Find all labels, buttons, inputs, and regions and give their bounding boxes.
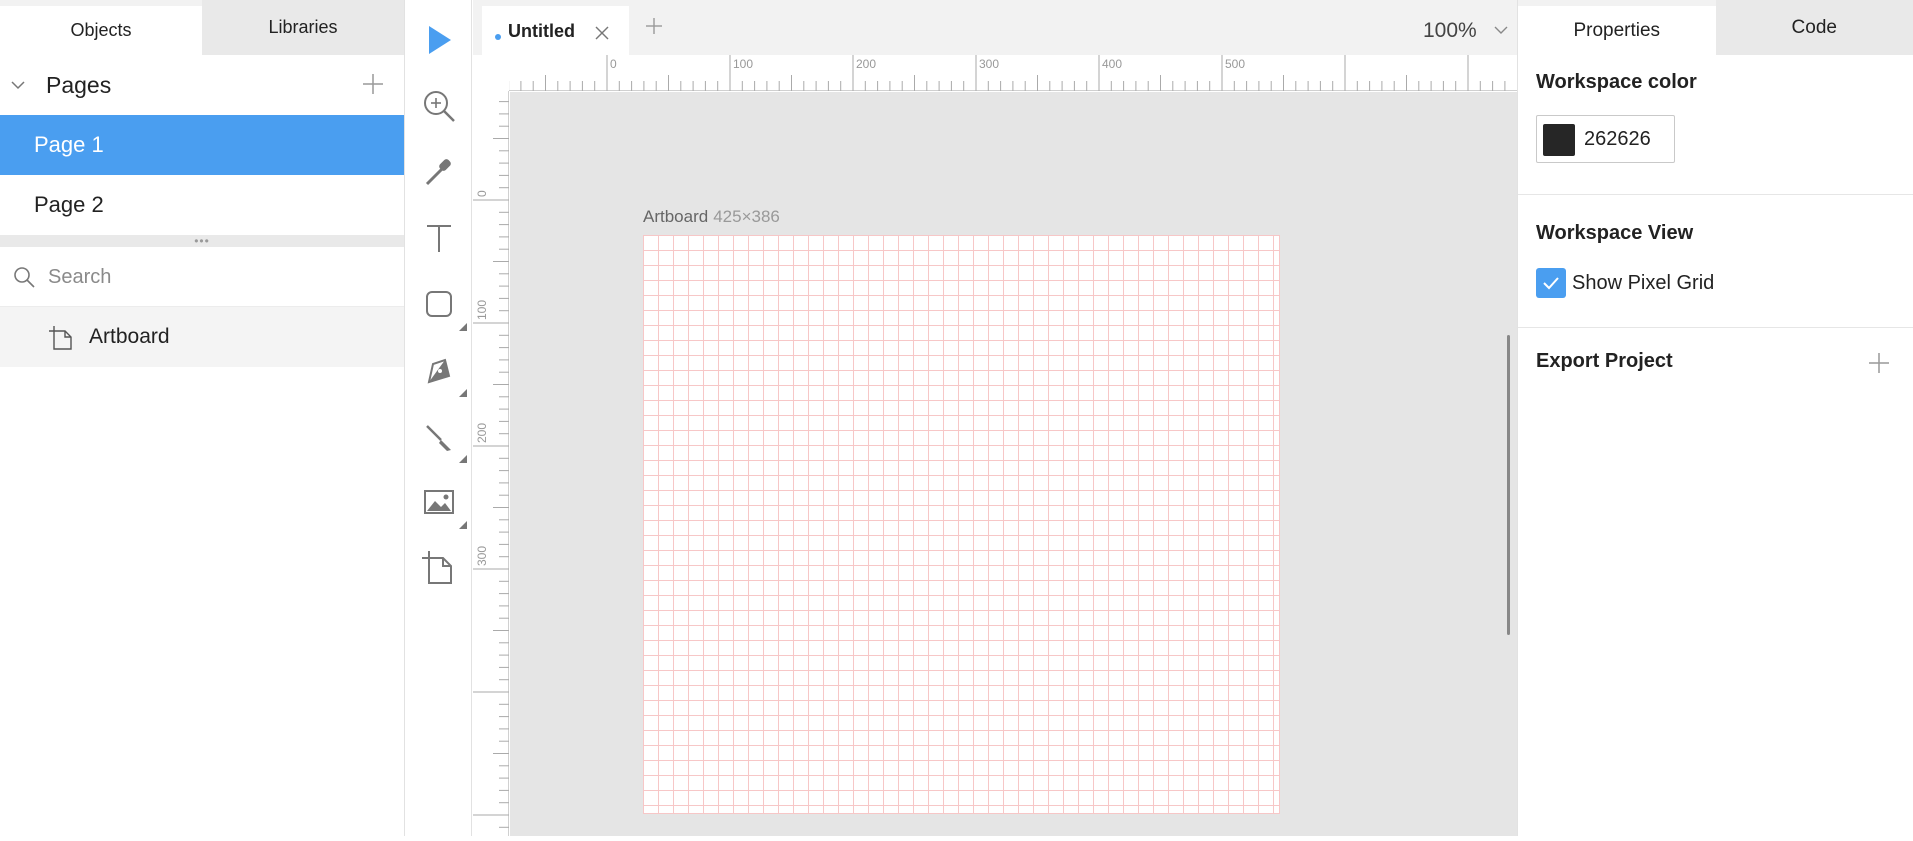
- ruler-label: 0: [475, 190, 489, 197]
- artboard-icon: [419, 548, 459, 588]
- knife-icon: [419, 416, 459, 456]
- document-tab-strip: Untitled 100%: [473, 0, 1517, 55]
- show-pixel-grid-toggle[interactable]: Show Pixel Grid: [1536, 268, 1714, 298]
- submenu-corner-icon: [459, 323, 467, 331]
- pen-tool[interactable]: [406, 337, 472, 403]
- layer-search: [0, 247, 404, 307]
- color-hex-value[interactable]: 262626: [1584, 128, 1651, 151]
- workspace-view-section: Workspace View Show Pixel Grid: [1518, 195, 1913, 328]
- page-item-page-1[interactable]: Page 1: [0, 115, 404, 175]
- checkmark-icon: [1540, 272, 1562, 294]
- knife-tool[interactable]: [406, 403, 472, 469]
- image-icon: [419, 482, 459, 522]
- tab-libraries[interactable]: Libraries: [202, 0, 404, 55]
- workspace-color-section: Workspace color 262626: [1518, 55, 1913, 195]
- unsaved-indicator: [495, 34, 501, 40]
- horizontal-ruler[interactable]: 1000100200300400500: [473, 55, 1517, 91]
- image-tool[interactable]: [406, 469, 472, 535]
- left-panel-tabs: Objects Libraries: [0, 0, 404, 55]
- ruler-label: 200: [475, 423, 489, 443]
- workspace-view-heading: Workspace View: [1536, 222, 1693, 245]
- tools-toolbar: [406, 0, 472, 836]
- color-swatch[interactable]: [1543, 124, 1575, 156]
- tab-properties[interactable]: Properties: [1518, 0, 1716, 55]
- properties-panel: Properties Code Workspace color 262626 W…: [1517, 0, 1913, 836]
- page-item-page-2[interactable]: Page 2: [0, 175, 404, 235]
- vertical-scrollbar[interactable]: [1507, 335, 1510, 635]
- ruler-label: 100: [475, 300, 489, 320]
- eyedropper-icon: [419, 152, 459, 192]
- ruler-label: 500: [1225, 57, 1245, 71]
- submenu-corner-icon: [459, 389, 467, 397]
- search-input[interactable]: [48, 259, 378, 295]
- ruler-label: 200: [856, 57, 876, 71]
- new-tab-icon[interactable]: [643, 15, 665, 37]
- layer-label: Artboard: [89, 325, 170, 349]
- ruler-label: 100: [733, 57, 753, 71]
- add-page-icon[interactable]: [360, 71, 386, 97]
- panel-split-handle[interactable]: •••: [0, 235, 404, 247]
- document-title: Untitled: [508, 21, 575, 42]
- checkbox-label: Show Pixel Grid: [1572, 272, 1714, 295]
- layer-item-artboard[interactable]: Artboard: [0, 307, 404, 367]
- workspace-color-field[interactable]: 262626: [1536, 115, 1675, 163]
- chevron-down-icon[interactable]: [10, 77, 26, 93]
- artboard-icon: [48, 325, 76, 351]
- eyedropper-tool[interactable]: [406, 139, 472, 205]
- ruler-label: 300: [979, 57, 999, 71]
- vertical-ruler-ticks: -1000100200300: [473, 55, 509, 836]
- objects-panel: Objects Libraries Pages Page 1 Page 2 ••…: [0, 0, 405, 836]
- zoom-tool[interactable]: [406, 73, 472, 139]
- ruler-corner: [473, 55, 509, 91]
- workspace-color-heading: Workspace color: [1536, 71, 1697, 94]
- tab-code[interactable]: Code: [1716, 0, 1913, 55]
- add-export-icon[interactable]: [1867, 351, 1891, 375]
- horizontal-ruler-ticks: 1000100200300400500: [473, 55, 1517, 91]
- zoom-level[interactable]: 100%: [1423, 19, 1477, 43]
- rounded-rect-icon: [419, 284, 459, 324]
- text-icon: [419, 218, 459, 258]
- text-tool[interactable]: [406, 205, 472, 271]
- document-tab[interactable]: Untitled: [482, 6, 1102, 55]
- pen-icon: [419, 350, 459, 390]
- export-section: Export Project: [1518, 328, 1913, 398]
- vertical-ruler[interactable]: -1000100200300: [473, 55, 509, 836]
- export-heading: Export Project: [1536, 350, 1673, 373]
- zoom-icon: [419, 86, 459, 126]
- right-panel-tabs: Properties Code: [1518, 0, 1913, 55]
- submenu-corner-icon: [459, 521, 467, 529]
- artboard-size: 425×386: [713, 207, 780, 226]
- select-tool[interactable]: [406, 7, 472, 73]
- pointer-icon: [419, 20, 459, 60]
- artboard-title[interactable]: Artboard 425×386: [643, 207, 780, 227]
- pages-header: Pages: [0, 55, 404, 115]
- shape-tool[interactable]: [406, 271, 472, 337]
- checkbox[interactable]: [1536, 268, 1566, 298]
- tab-objects[interactable]: Objects: [0, 0, 202, 55]
- workspace-canvas[interactable]: Artboard 425×386: [510, 92, 1517, 836]
- search-icon: [12, 265, 36, 289]
- close-icon[interactable]: [593, 24, 611, 42]
- artboard-tool[interactable]: [406, 535, 472, 601]
- artboard[interactable]: [643, 235, 1280, 814]
- ruler-label: 0: [610, 57, 617, 71]
- ruler-label: 300: [475, 546, 489, 566]
- submenu-corner-icon: [459, 455, 467, 463]
- artboard-name: Artboard: [643, 207, 708, 226]
- ruler-label: 400: [1102, 57, 1122, 71]
- chevron-down-icon[interactable]: [1493, 24, 1509, 36]
- pages-title: Pages: [46, 72, 111, 99]
